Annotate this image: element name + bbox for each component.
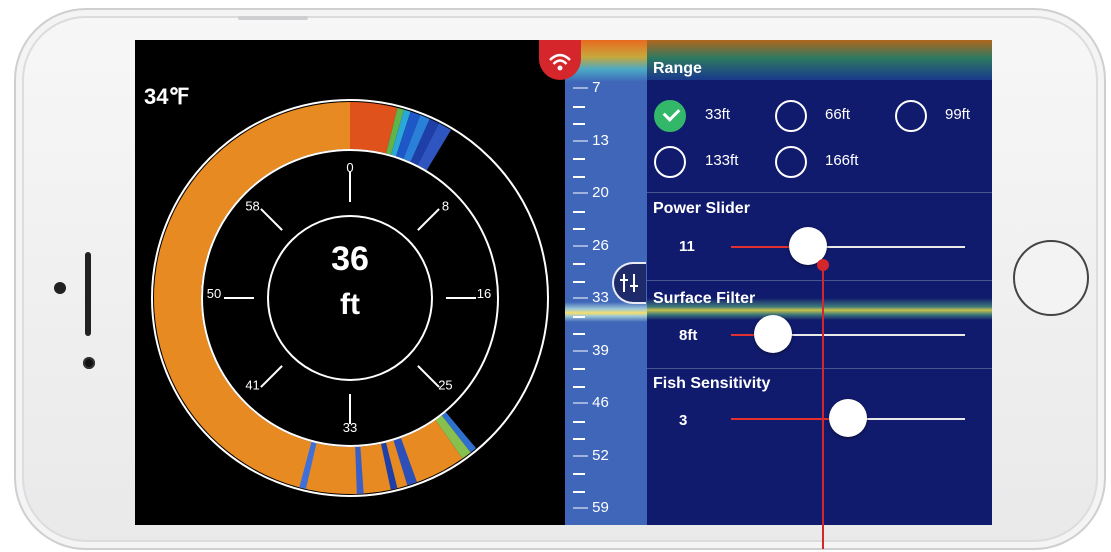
fish-sensitivity-thumb[interactable] xyxy=(829,399,867,437)
ruler-minor-tick xyxy=(573,158,585,160)
ruler-label: — 52 xyxy=(573,446,609,464)
flasher-view: 0 8 16 25 33 41 50 58 34℉ 36 ft xyxy=(135,40,565,525)
ruler-minor-tick xyxy=(573,263,585,265)
home-button[interactable] xyxy=(1013,240,1089,316)
dial-label: 8 xyxy=(442,199,449,214)
proximity-sensor xyxy=(54,282,66,294)
ruler-label: — 33 xyxy=(573,289,609,306)
dial-tick xyxy=(417,365,440,388)
dial-label: 41 xyxy=(245,377,259,392)
range-option-label: 133ft xyxy=(705,152,739,169)
ruler-minor-tick xyxy=(573,123,585,125)
fish-sensitivity-title: Fish Sensitivity xyxy=(653,375,771,392)
surface-filter-value: 8ft xyxy=(679,327,698,344)
power-button xyxy=(238,16,308,20)
ruler-minor-tick xyxy=(573,368,585,370)
depth-unit: ft xyxy=(340,288,360,321)
ruler-label: — 59 xyxy=(573,499,609,516)
range-option-166ft[interactable] xyxy=(775,146,807,178)
range-option-33ft[interactable] xyxy=(654,100,686,132)
front-camera xyxy=(83,357,95,369)
dial-tick xyxy=(260,365,283,388)
ruler-minor-tick xyxy=(573,473,585,475)
range-option-99ft[interactable] xyxy=(895,100,927,132)
surface-filter-thumb[interactable] xyxy=(754,315,793,353)
range-option-66ft[interactable] xyxy=(775,100,807,132)
divider xyxy=(647,192,992,193)
sliders-icon[interactable] xyxy=(612,262,646,304)
settings-panel: Range 33ft 66ft 99ft 133ft 166ft Power S… xyxy=(647,40,992,525)
ruler-label: — 26 xyxy=(573,236,609,254)
ruler-minor-tick xyxy=(573,420,585,423)
ruler-minor-tick xyxy=(573,228,585,230)
ruler-minor-tick xyxy=(573,280,585,283)
surface-filter-title: Surface Filter xyxy=(653,290,756,307)
range-option-label: 166ft xyxy=(825,152,859,169)
ruler-minor-tick xyxy=(573,490,585,493)
range-title: Range xyxy=(653,60,702,77)
range-option-label: 33ft xyxy=(705,106,731,123)
dial-label: 0 xyxy=(346,160,353,175)
range-option-label: 66ft xyxy=(825,106,851,123)
water-temperature: 34℉ xyxy=(144,84,190,109)
dial-label: 33 xyxy=(343,420,357,435)
dial-label: 25 xyxy=(438,377,452,392)
ruler-minor-tick xyxy=(573,210,585,213)
power-slider-title: Power Slider xyxy=(653,200,750,217)
flasher-gauge: 0 8 16 25 33 41 50 58 xyxy=(151,99,549,497)
ruler-minor-tick xyxy=(573,315,585,318)
dial-label: 58 xyxy=(245,199,259,214)
checkmark-icon xyxy=(662,104,681,122)
dial-label: 16 xyxy=(477,286,491,301)
app-screen: 0 8 16 25 33 41 50 58 34℉ 36 ft — 7 — 13 — 20 — 26… xyxy=(135,40,992,525)
fish-sensitivity-value: 3 xyxy=(679,412,688,429)
ruler-label: — 39 xyxy=(573,341,609,359)
divider xyxy=(647,368,992,369)
range-option-label: 99ft xyxy=(945,106,971,123)
range-option-133ft[interactable] xyxy=(654,146,686,178)
wifi-icon[interactable] xyxy=(539,40,581,80)
earpiece-speaker xyxy=(85,252,91,336)
ruler-minor-tick xyxy=(573,175,585,178)
dial-tick xyxy=(260,208,283,231)
depth-value: 36 xyxy=(331,240,369,278)
ruler-minor-tick xyxy=(573,333,585,335)
dial-label: 50 xyxy=(207,286,221,301)
ruler-label: — 7 xyxy=(573,79,601,96)
ruler-minor-tick xyxy=(573,105,585,108)
ruler-minor-tick xyxy=(573,438,585,440)
dial-tick xyxy=(417,208,440,231)
ruler-label: — 13 xyxy=(573,131,609,149)
ruler-label: — 46 xyxy=(573,394,609,411)
ruler-label: — 20 xyxy=(573,184,609,201)
divider xyxy=(647,280,992,281)
ruler-minor-tick xyxy=(573,385,585,388)
callout-line xyxy=(822,265,824,549)
power-slider-value: 11 xyxy=(679,238,695,255)
